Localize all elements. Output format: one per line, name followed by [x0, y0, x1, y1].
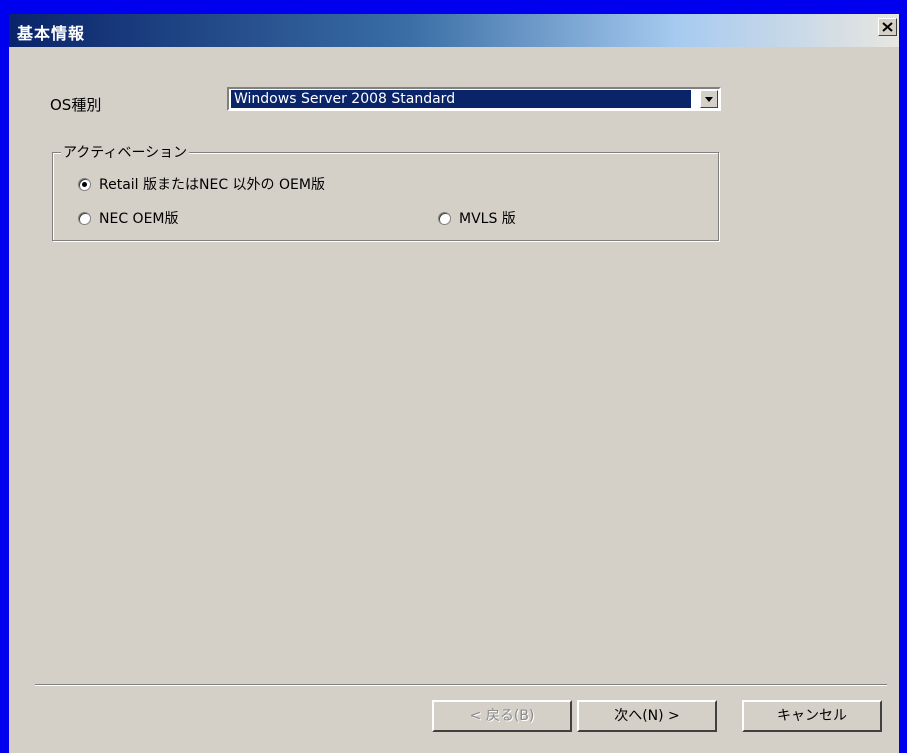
radio-nec-oem[interactable]: NEC OEM版 — [78, 208, 179, 228]
next-button[interactable]: 次へ(N) > — [577, 700, 717, 732]
radio-nec-oem-label: NEC OEM版 — [99, 211, 179, 227]
footer-separator — [35, 684, 887, 686]
radio-button-icon — [438, 211, 451, 225]
os-type-select[interactable]: Windows Server 2008 Standard — [227, 87, 721, 111]
cancel-button[interactable]: キャンセル — [742, 700, 882, 732]
radio-button-icon — [78, 211, 91, 225]
radio-retail[interactable]: Retail 版またはNEC 以外の OEM版 — [78, 174, 325, 194]
screen-frame: 基本情報 OS種別 Windows Server 2008 Standard ア… — [0, 0, 907, 753]
os-type-label: OS種別 — [50, 96, 102, 114]
radio-mvls[interactable]: MVLS 版 — [438, 208, 516, 228]
close-button[interactable] — [878, 18, 897, 36]
radio-selected-dot — [82, 181, 87, 187]
os-type-selected-value: Windows Server 2008 Standard — [231, 90, 691, 108]
radio-retail-label: Retail 版またはNEC 以外の OEM版 — [99, 177, 325, 193]
chevron-down-icon — [705, 97, 713, 102]
activation-legend: アクティベーション — [61, 142, 190, 162]
title-bar: 基本情報 — [9, 14, 899, 47]
dialog-window: 基本情報 OS種別 Windows Server 2008 Standard ア… — [9, 14, 899, 753]
os-type-dropdown-button[interactable] — [700, 90, 718, 108]
radio-mvls-label: MVLS 版 — [459, 211, 516, 227]
radio-button-icon — [78, 177, 91, 191]
close-icon — [882, 22, 893, 32]
window-title: 基本情報 — [17, 24, 86, 43]
back-button[interactable]: < 戻る(B) — [432, 700, 572, 732]
